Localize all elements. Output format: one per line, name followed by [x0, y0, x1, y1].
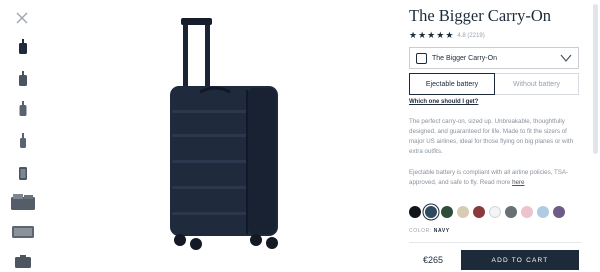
thumbnail-detail-view[interactable] [8, 254, 38, 270]
close-icon [16, 12, 28, 24]
swatch-green[interactable] [441, 206, 453, 218]
thumbnail-front-view[interactable] [8, 38, 38, 56]
thumbnail-interior-view[interactable] [8, 224, 38, 240]
product-details-panel: The Bigger Carry-On ★ ★ ★ ★ ★ 4.8 (2219)… [409, 0, 585, 272]
star-icon: ★ [409, 30, 418, 40]
product-title: The Bigger Carry-On [409, 6, 552, 25]
thumbnail-side-view[interactable] [8, 100, 38, 118]
thumbnail-packed-view[interactable] [8, 192, 38, 212]
chevron-down-icon [560, 54, 572, 62]
luggage-icon [416, 52, 427, 64]
rating[interactable]: ★ ★ ★ ★ ★ 4.8 (2219) [409, 31, 485, 40]
read-more-link[interactable]: here [512, 179, 524, 186]
scrollbar[interactable] [593, 2, 598, 270]
product-hero-image [160, 14, 290, 254]
size-select[interactable]: The Bigger Carry-On [409, 47, 579, 69]
swatch-white[interactable] [489, 206, 501, 218]
star-icon: ★ [445, 30, 454, 40]
battery-note: Ejectable battery is compliant with all … [409, 168, 581, 188]
battery-option-without[interactable]: Without battery [495, 73, 579, 95]
star-icon: ★ [418, 30, 427, 40]
color-swatches [409, 206, 565, 218]
thumbnail-angle-view[interactable] [8, 70, 38, 88]
swatch-navy[interactable] [425, 206, 437, 218]
which-one-link[interactable]: Which one should I get? [409, 99, 478, 105]
selected-color: COLOR: NAVY [409, 228, 450, 234]
swatch-black[interactable] [409, 206, 421, 218]
thumbnail-back-view[interactable] [8, 132, 38, 150]
swatch-sand[interactable] [457, 206, 469, 218]
price: €265 [423, 255, 444, 265]
swatch-light-blue[interactable] [537, 206, 549, 218]
color-value: NAVY [433, 228, 450, 234]
rating-count: 4.8 (2219) [457, 32, 485, 39]
add-to-cart-button[interactable]: ADD TO CART [461, 250, 579, 270]
star-icon: ★ [427, 30, 436, 40]
battery-option-ejectable[interactable]: Ejectable battery [409, 73, 495, 95]
swatch-grey[interactable] [505, 206, 517, 218]
color-label: COLOR: [409, 228, 432, 234]
thumbnail-open-view[interactable] [8, 164, 38, 182]
star-icon: ★ [436, 30, 445, 40]
product-description: The perfect carry-on, sized up. Unbreaka… [409, 118, 574, 155]
swatch-pink[interactable] [521, 206, 533, 218]
close-button[interactable] [14, 10, 30, 26]
divider [409, 242, 581, 243]
size-select-value: The Bigger Carry-On [432, 54, 497, 62]
swatch-purple[interactable] [553, 206, 565, 218]
battery-note-text: Ejectable battery is compliant with all … [409, 169, 569, 186]
scrollbar-thumb[interactable] [593, 4, 598, 154]
swatch-maroon[interactable] [473, 206, 485, 218]
